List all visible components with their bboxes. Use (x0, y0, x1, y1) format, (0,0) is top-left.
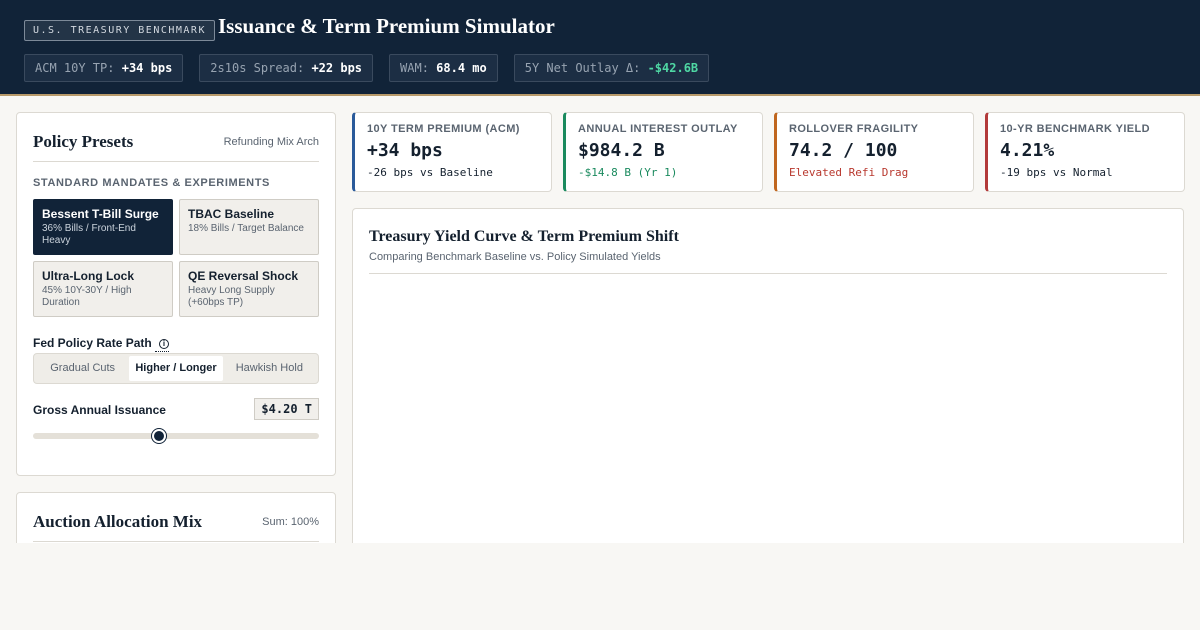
kpi-sub: -19 bps vs Normal (1000, 166, 1113, 179)
info-icon[interactable]: i (159, 339, 170, 349)
panel-header: Auction Allocation Mix Sum: 100% (33, 509, 319, 542)
kpi-sub: -$14.8 B (Yr 1) (578, 166, 678, 179)
panel-note: Sum: 100% (262, 516, 319, 528)
preset-desc: 18% Bills / Target Balance (188, 223, 304, 234)
fed-path-label: Fed Policy Rate Path i (33, 336, 170, 352)
stat-acm-tp: ACM 10Y TP: +34 bps (24, 54, 184, 82)
panel-title: Policy Presets (33, 132, 134, 151)
kpi-term-premium: 10Y TERM PREMIUM (ACM) +34 bps -26 bps v… (352, 112, 552, 192)
stat-2s10s-spread: 2s10s Spread: +22 bps (199, 54, 374, 82)
panel-note: Refunding Mix Arch (223, 136, 319, 148)
section-label: STANDARD MANDATES & EXPERIMENTS (33, 177, 270, 189)
header-stats: ACM 10Y TP: +34 bps 2s10s Spread: +22 bp… (24, 54, 710, 82)
preset-tbac-baseline[interactable]: TBAC Baseline 18% Bills / Target Balance (179, 199, 319, 255)
preset-name: TBAC Baseline (188, 207, 275, 221)
app-title: Issuance & Term Premium Simulator (218, 14, 555, 38)
kpi-label: ROLLOVER FRAGILITY (789, 123, 919, 135)
kpi-interest-outlay: ANNUAL INTEREST OUTLAY $984.2 B -$14.8 B… (563, 112, 763, 192)
fed-option-hawkish-hold[interactable]: Hawkish Hold (223, 356, 316, 381)
preset-qe-reversal-shock[interactable]: QE Reversal Shock Heavy Long Supply (+60… (179, 261, 319, 317)
policy-presets-panel: Policy Presets Refunding Mix Arch STANDA… (16, 112, 336, 476)
kpi-value: 74.2 / 100 (789, 140, 898, 161)
stat-wam: WAM: 68.4 mo (389, 54, 498, 82)
panel-header: Policy Presets Refunding Mix Arch (33, 129, 319, 162)
kpi-value: 4.21% (1000, 140, 1055, 161)
preset-desc: Heavy Long Supply (+60bps TP) (188, 285, 275, 308)
brand-badge: U.S. TREASURY BENCHMARK (24, 20, 215, 41)
preset-desc: 45% 10Y-30Y / High Duration (42, 285, 132, 308)
fed-option-gradual-cuts[interactable]: Gradual Cuts (36, 356, 129, 381)
chart-subtitle: Comparing Benchmark Baseline vs. Policy … (369, 251, 661, 263)
kpi-sub: -26 bps vs Baseline (367, 166, 493, 179)
kpi-label: ANNUAL INTEREST OUTLAY (578, 123, 738, 135)
kpi-label: 10-YR BENCHMARK YIELD (1000, 123, 1150, 135)
preset-name: Bessent T-Bill Surge (42, 207, 159, 221)
panel-title: Auction Allocation Mix (33, 512, 203, 531)
issuance-label: Gross Annual Issuance (33, 403, 166, 417)
preset-name: QE Reversal Shock (188, 269, 299, 283)
kpi-value: +34 bps (367, 140, 443, 161)
preset-bessent-t-bill-surge[interactable]: Bessent T-Bill Surge 36% Bills / Front-E… (33, 199, 173, 255)
kpi-rollover-fragility: ROLLOVER FRAGILITY 74.2 / 100 Elevated R… (774, 112, 974, 192)
kpi-row: 10Y TERM PREMIUM (ACM) +34 bps -26 bps v… (352, 112, 1185, 192)
preset-desc: 36% Bills / Front-End Heavy (42, 223, 136, 246)
issuance-value: $4.20 T (254, 398, 319, 420)
issuance-slider-thumb[interactable] (151, 429, 166, 443)
kpi-label: 10Y TERM PREMIUM (ACM) (367, 123, 520, 135)
page-footer-area (0, 543, 1200, 630)
stat-net-outlay: 5Y Net Outlay Δ: -$42.6B (513, 54, 710, 82)
preset-ultra-long-lock[interactable]: Ultra-Long Lock 45% 10Y-30Y / High Durat… (33, 261, 173, 317)
kpi-value: $984.2 B (578, 140, 665, 161)
preset-name: Ultra-Long Lock (42, 269, 134, 283)
issuance-slider-track[interactable] (33, 433, 319, 439)
fed-path-segmented-control: Gradual Cuts Higher / Longer Hawkish Hol… (33, 353, 319, 384)
kpi-benchmark-yield: 10-YR BENCHMARK YIELD 4.21% -19 bps vs N… (985, 112, 1185, 192)
kpi-sub: Elevated Refi Drag (789, 166, 909, 179)
fed-option-higher-longer[interactable]: Higher / Longer (129, 356, 223, 381)
chart-title: Treasury Yield Curve & Term Premium Shif… (369, 228, 679, 245)
preset-grid: Bessent T-Bill Surge 36% Bills / Front-E… (33, 199, 319, 317)
app-header: U.S. TREASURY BENCHMARK Issuance & Term … (0, 0, 1200, 96)
divider (369, 273, 1167, 274)
